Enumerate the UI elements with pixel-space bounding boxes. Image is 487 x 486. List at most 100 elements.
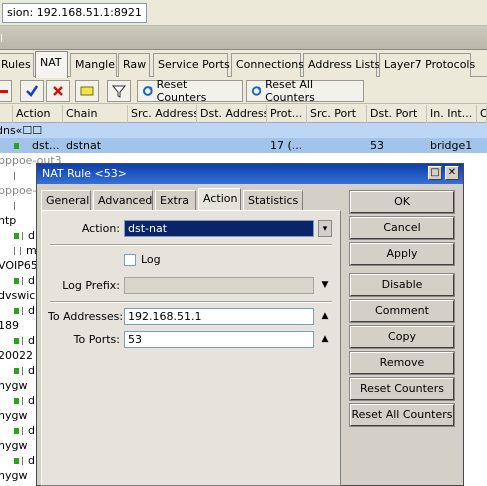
flag-icon xyxy=(14,398,19,404)
flag-icon xyxy=(14,202,17,210)
window-title: ll xyxy=(0,32,4,45)
checkmark-icon xyxy=(26,85,39,97)
row-comment: nygw xyxy=(0,379,28,392)
reset-all-counters-button[interactable]: Reset All Counters xyxy=(349,403,455,427)
col-flags[interactable] xyxy=(0,105,13,123)
row-flag: d xyxy=(14,229,35,242)
comment-button[interactable] xyxy=(75,80,99,102)
row-flag xyxy=(14,199,20,212)
col-in-interface[interactable]: In. Int... xyxy=(427,105,477,123)
copy-button[interactable]: Copy xyxy=(349,325,455,349)
to-ports-collapse[interactable]: ▲ xyxy=(318,331,332,348)
to-addresses-collapse[interactable]: ▲ xyxy=(318,308,332,325)
remove-button[interactable] xyxy=(0,80,12,102)
to-addresses-label: To Addresses: xyxy=(48,310,124,323)
session-field[interactable]: sion: 192.168.51.1:8921 xyxy=(2,3,147,23)
cancel-button[interactable]: Cancel xyxy=(349,216,455,240)
tab-rules[interactable]: Rules xyxy=(0,53,34,77)
tab-statistics[interactable]: Statistics xyxy=(243,190,303,210)
comment-button[interactable]: Comment xyxy=(349,299,455,323)
table-header: Action Chain Src. Address Dst. Address P… xyxy=(0,105,487,123)
reset-all-counters-label: Reset All Counters xyxy=(265,78,315,104)
action-label: Action: xyxy=(81,222,120,235)
to-ports-input[interactable]: 53 xyxy=(124,331,314,348)
firewall-tabs: Rules NAT Mangle Raw Service Ports Conne… xyxy=(0,51,487,78)
reset-counters-button[interactable]: Reset Counters xyxy=(137,78,243,104)
col-dst-port[interactable]: Dst. Port xyxy=(367,105,427,123)
flag-icon xyxy=(22,232,25,240)
remove-button[interactable]: Remove xyxy=(349,351,455,375)
tab-advanced[interactable]: Advanced xyxy=(93,190,153,210)
tab-mangle[interactable]: Mangle xyxy=(70,53,117,77)
tab-extra[interactable]: Extra xyxy=(155,190,196,210)
tab-nat[interactable]: NAT xyxy=(35,51,68,78)
apply-button[interactable]: Apply xyxy=(349,242,455,266)
row-flag: d xyxy=(14,304,35,317)
log-prefix-label: Log Prefix: xyxy=(62,279,120,292)
restore-button[interactable]: □ xyxy=(428,166,442,180)
reset-all-counters-button[interactable]: Reset All Counters xyxy=(246,78,364,104)
x-icon xyxy=(53,86,63,96)
reset-counters-button[interactable]: Reset Counters xyxy=(349,377,455,401)
disable-button[interactable] xyxy=(46,80,70,102)
row-flag: d xyxy=(14,424,35,437)
disable-button[interactable]: Disable xyxy=(349,273,455,297)
flag-icon xyxy=(22,307,25,315)
reset-counters-label: Reset Counters xyxy=(156,78,207,104)
flag-icon xyxy=(22,427,25,435)
up-arrow-icon: ▲ xyxy=(321,334,329,344)
col-out-interface[interactable]: O xyxy=(477,105,487,123)
action-panel: Action: dst-nat ▾ Log Log Prefix: ▼ To A… xyxy=(41,210,341,486)
cell-chain: dstnat xyxy=(66,139,102,152)
col-chain[interactable]: Chain xyxy=(63,105,128,123)
row-action: d xyxy=(28,274,35,287)
session-bar: sion: 192.168.51.1:8921 xyxy=(0,0,487,26)
filter-button[interactable] xyxy=(107,80,131,102)
flag-icon xyxy=(22,367,25,375)
log-checkbox[interactable] xyxy=(124,254,136,266)
col-action[interactable]: Action xyxy=(13,105,63,123)
cell-dst-port: 53 xyxy=(370,139,384,152)
flag-icon xyxy=(14,428,19,434)
row-flag: m xyxy=(14,244,37,257)
tab-layer7-protocols[interactable]: Layer7 Protocols xyxy=(379,53,475,77)
row-comment: nygw xyxy=(0,409,28,422)
flag-icon xyxy=(22,337,25,345)
row-comment: nygw xyxy=(0,439,28,452)
tab-action[interactable]: Action xyxy=(198,188,241,211)
table-row-selected[interactable]: dst... dstnat 17 (... 53 bridge1 xyxy=(0,138,487,153)
tab-raw[interactable]: Raw xyxy=(118,53,150,77)
note-icon xyxy=(80,86,94,96)
window-title-strip: ll xyxy=(0,26,487,50)
col-src-port[interactable]: Src. Port xyxy=(307,105,367,123)
reset-icon xyxy=(251,86,262,96)
cell-action: dst... xyxy=(32,139,60,152)
group-row[interactable]: dns«☐☐ xyxy=(0,123,487,138)
tab-service-ports[interactable]: Service Ports xyxy=(153,53,230,77)
flag-icon xyxy=(14,278,19,284)
tab-address-lists[interactable]: Address Lists xyxy=(303,53,380,77)
row-flag xyxy=(14,139,22,152)
action-dropdown-button[interactable]: ▾ xyxy=(318,220,332,237)
row-action: d xyxy=(28,334,35,347)
action-select[interactable]: dst-nat xyxy=(124,220,314,237)
tab-general[interactable]: General xyxy=(41,190,91,210)
dialog-titlebar[interactable]: NAT Rule <53> □ ✕ xyxy=(37,164,463,184)
ok-button[interactable]: OK xyxy=(349,190,455,214)
flag-icon xyxy=(14,308,19,314)
row-comment: 189 xyxy=(0,319,19,332)
to-addresses-input[interactable]: 192.168.51.1 xyxy=(124,308,314,325)
flag-icon xyxy=(14,338,19,344)
nat-rule-dialog: NAT Rule <53> □ ✕ General Advanced Extra… xyxy=(36,163,464,486)
funnel-icon xyxy=(112,85,126,98)
tab-connections[interactable]: Connections xyxy=(231,53,304,77)
log-prefix-input[interactable] xyxy=(124,277,314,294)
row-flag: d xyxy=(14,454,35,467)
flag-icon xyxy=(14,247,17,255)
col-protocol[interactable]: Prot... xyxy=(267,105,307,123)
col-dst-address[interactable]: Dst. Address xyxy=(197,105,267,123)
enable-button[interactable] xyxy=(20,80,44,102)
log-prefix-dropdown[interactable]: ▼ xyxy=(318,277,332,294)
col-src-address[interactable]: Src. Address xyxy=(128,105,197,123)
close-button[interactable]: ✕ xyxy=(445,166,459,180)
